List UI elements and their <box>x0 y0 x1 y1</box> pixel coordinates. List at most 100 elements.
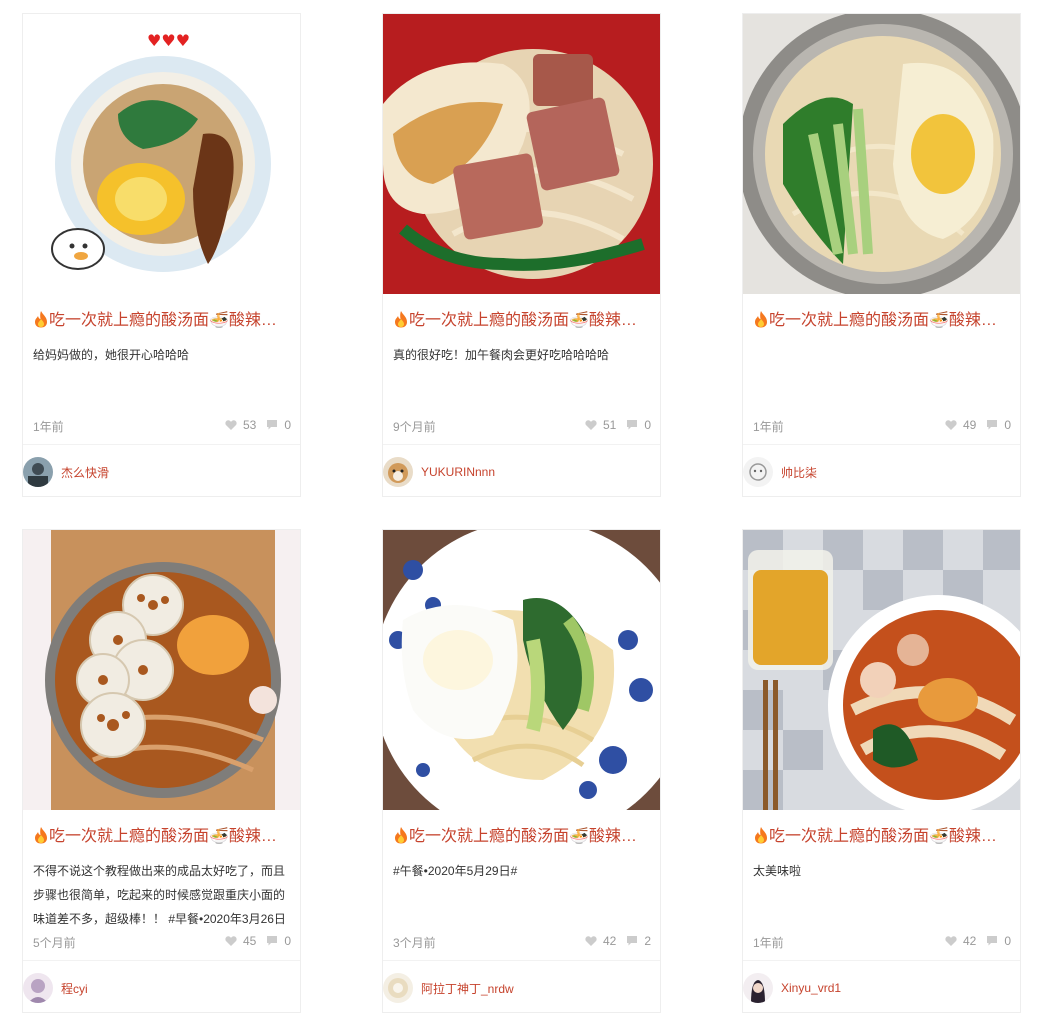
recipe-description <box>753 343 1011 415</box>
svg-text:♥♥♥: ♥♥♥ <box>147 31 190 50</box>
author-name[interactable]: 帅比柒 <box>781 464 817 481</box>
comment-icon[interactable] <box>626 935 638 947</box>
avatar[interactable] <box>23 973 53 1003</box>
comment-count: 0 <box>1004 934 1011 948</box>
heart-icon[interactable] <box>945 935 957 947</box>
divider <box>743 444 1020 445</box>
author-name[interactable]: 杰么快滑 <box>61 464 109 481</box>
comment-count: 0 <box>1004 418 1011 432</box>
recipe-description: #午餐•2020年5月29日# <box>393 864 518 878</box>
recipe-meta: 5个月前 45 0 <box>33 934 291 950</box>
like-count: 53 <box>242 418 257 432</box>
recipe-card[interactable]: 吃一次就上瘾的酸汤面🍜酸辣… 太美味啦 1年前 42 0 Xinyu_vrd1 <box>742 529 1021 1013</box>
comment-icon[interactable] <box>266 419 278 431</box>
comment-icon[interactable] <box>986 935 998 947</box>
post-time: 3个月前 <box>393 936 436 950</box>
fire-icon <box>393 826 409 844</box>
author[interactable]: Xinyu_vrd1 <box>743 972 841 1004</box>
food-photo[interactable]: ♥♥♥ <box>23 14 300 294</box>
recipe-title[interactable]: 吃一次就上瘾的酸汤面🍜酸辣… <box>393 310 653 331</box>
recipe-stats: 42 0 <box>945 934 1011 948</box>
recipe-title[interactable]: 吃一次就上瘾的酸汤面🍜酸辣… <box>753 310 1013 331</box>
comment-icon[interactable] <box>266 935 278 947</box>
like-count: 42 <box>602 934 617 948</box>
recipe-title-text: 吃一次就上瘾的酸汤面🍜酸辣… <box>409 312 637 329</box>
fire-icon <box>33 310 49 328</box>
heart-icon[interactable] <box>585 935 597 947</box>
divider <box>383 960 660 961</box>
food-photo[interactable] <box>23 530 300 810</box>
heart-icon[interactable] <box>945 419 957 431</box>
avatar[interactable] <box>383 973 413 1003</box>
post-time: 1年前 <box>33 420 64 434</box>
recipe-title-text: 吃一次就上瘾的酸汤面🍜酸辣… <box>409 828 637 845</box>
recipe-title[interactable]: 吃一次就上瘾的酸汤面🍜酸辣… <box>393 826 653 847</box>
heart-icon[interactable] <box>585 419 597 431</box>
like-count: 49 <box>962 418 977 432</box>
recipe-title-text: 吃一次就上瘾的酸汤面🍜酸辣… <box>769 312 997 329</box>
recipe-title-text: 吃一次就上瘾的酸汤面🍜酸辣… <box>49 312 277 329</box>
recipe-title-text: 吃一次就上瘾的酸汤面🍜酸辣… <box>49 828 277 845</box>
recipe-card[interactable]: 吃一次就上瘾的酸汤面🍜酸辣… #午餐•2020年5月29日# 3个月前 42 2… <box>382 529 661 1013</box>
recipe-meta: 1年前 53 0 <box>33 418 291 434</box>
heart-icon[interactable] <box>225 935 237 947</box>
heart-icon[interactable] <box>225 419 237 431</box>
food-photo[interactable] <box>383 530 660 810</box>
comment-icon[interactable] <box>986 419 998 431</box>
recipe-card[interactable]: 吃一次就上瘾的酸汤面🍜酸辣… 真的很好吃！加午餐肉会更好吃哈哈哈哈 9个月前 5… <box>382 13 661 497</box>
recipe-card[interactable]: 吃一次就上瘾的酸汤面🍜酸辣… 1年前 49 0 帅比柒 <box>742 13 1021 497</box>
recipe-meta: 1年前 42 0 <box>753 934 1011 950</box>
fire-icon <box>753 826 769 844</box>
recipe-description: 不得不说这个教程做出来的成品太好吃了，而且步骤也很简单，吃起来的时候感觉跟重庆小… <box>33 864 286 926</box>
avatar[interactable] <box>23 457 53 487</box>
recipe-card[interactable]: ♥♥♥ 吃一次就上瘾的酸汤面🍜酸辣… 给妈妈做的，她很开心哈哈哈 1年前 53 … <box>22 13 301 497</box>
recipe-description: 太美味啦 <box>753 864 802 878</box>
fire-icon <box>33 826 49 844</box>
recipe-title[interactable]: 吃一次就上瘾的酸汤面🍜酸辣… <box>33 310 293 331</box>
recipe-stats: 53 0 <box>225 418 291 432</box>
author[interactable]: YUKURINnnn <box>383 456 495 488</box>
author-name[interactable]: Xinyu_vrd1 <box>781 981 841 995</box>
comment-count: 0 <box>284 418 291 432</box>
author-name[interactable]: 程cyi <box>61 980 88 997</box>
recipe-stats: 45 0 <box>225 934 291 948</box>
post-time: 1年前 <box>753 420 784 434</box>
comment-count: 0 <box>644 418 651 432</box>
author[interactable]: 程cyi <box>23 972 88 1004</box>
comment-count: 2 <box>644 934 651 948</box>
recipe-stats: 51 0 <box>585 418 651 432</box>
author-name[interactable]: YUKURINnnn <box>421 465 495 479</box>
like-count: 42 <box>962 934 977 948</box>
recipe-title[interactable]: 吃一次就上瘾的酸汤面🍜酸辣… <box>753 826 1013 847</box>
recipe-title-text: 吃一次就上瘾的酸汤面🍜酸辣… <box>769 828 997 845</box>
recipe-title[interactable]: 吃一次就上瘾的酸汤面🍜酸辣… <box>33 826 293 847</box>
recipe-stats: 42 2 <box>585 934 651 948</box>
avatar[interactable] <box>743 457 773 487</box>
post-time: 5个月前 <box>33 936 76 950</box>
author-name[interactable]: 阿拉丁神丁_nrdw <box>421 980 514 997</box>
like-count: 51 <box>602 418 617 432</box>
recipe-stats: 49 0 <box>945 418 1011 432</box>
recipe-card-grid: ♥♥♥ 吃一次就上瘾的酸汤面🍜酸辣… 给妈妈做的，她很开心哈哈哈 1年前 53 … <box>0 0 1052 1020</box>
author[interactable]: 阿拉丁神丁_nrdw <box>383 972 514 1004</box>
recipe-meta: 1年前 49 0 <box>753 418 1011 434</box>
recipe-meta: 9个月前 51 0 <box>393 418 651 434</box>
avatar[interactable] <box>743 973 773 1003</box>
food-photo[interactable] <box>383 14 660 294</box>
divider <box>743 960 1020 961</box>
avatar[interactable] <box>383 457 413 487</box>
author[interactable]: 杰么快滑 <box>23 456 109 488</box>
author[interactable]: 帅比柒 <box>743 456 817 488</box>
post-time: 9个月前 <box>393 420 436 434</box>
divider <box>383 444 660 445</box>
fire-icon <box>393 310 409 328</box>
food-photo[interactable] <box>743 530 1020 810</box>
recipe-meta: 3个月前 42 2 <box>393 934 651 950</box>
divider <box>23 444 300 445</box>
post-time: 1年前 <box>753 936 784 950</box>
divider <box>23 960 300 961</box>
comment-icon[interactable] <box>626 419 638 431</box>
recipe-card[interactable]: 吃一次就上瘾的酸汤面🍜酸辣… 不得不说这个教程做出来的成品太好吃了，而且步骤也很… <box>22 529 301 1013</box>
food-photo[interactable] <box>743 14 1020 294</box>
recipe-description: 真的很好吃！加午餐肉会更好吃哈哈哈哈 <box>393 348 610 362</box>
